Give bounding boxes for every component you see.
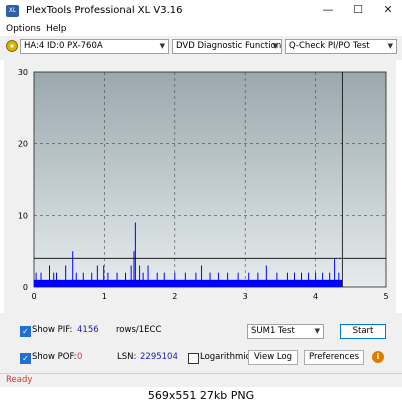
status-text: Ready	[6, 375, 33, 385]
app-icon: XL	[6, 5, 19, 17]
logarithmic-checkbox[interactable]	[188, 353, 199, 364]
menu-help[interactable]: Help	[46, 24, 67, 34]
x-tick-label: 1	[102, 292, 107, 301]
test-select-value: Q-Check PI/PO Test	[289, 41, 370, 51]
pif-value: 4156	[77, 325, 99, 335]
info-icon[interactable]: i	[372, 351, 384, 363]
y-tick-label: 30	[18, 68, 28, 77]
function-select-value: DVD Diagnostic Functions	[176, 41, 282, 51]
menu-options[interactable]: Options	[6, 24, 41, 34]
status-bar	[0, 373, 402, 388]
show-pof-checkbox[interactable]: ✓	[20, 353, 31, 364]
show-pif-checkbox[interactable]: ✓	[20, 326, 31, 337]
pif-unit: rows/1ECC	[116, 325, 162, 335]
x-tick-label: 2	[172, 292, 177, 301]
minimize-button[interactable]: —	[318, 1, 338, 19]
plot-area	[33, 71, 387, 288]
drive-icon	[6, 40, 18, 52]
pof-value: 0	[77, 352, 83, 362]
x-tick-label: 4	[313, 292, 318, 301]
pi-po-chart: 0 1 2 3 4 5 0 10 20 30	[18, 68, 389, 301]
drive-select-value: HA:4 ID:0 PX-760A	[24, 41, 103, 51]
show-pif-label: Show PIF:	[32, 325, 73, 335]
y-tick-label: 10	[18, 211, 28, 220]
show-pof-label: Show POF:	[32, 352, 77, 362]
pi-baseline-band	[34, 279, 343, 287]
start-button[interactable]: Start	[340, 324, 386, 339]
chevron-down-icon: ▼	[159, 42, 165, 50]
window-title: PlexTools Professional XL V3.16	[26, 5, 183, 16]
chevron-down-icon: ▼	[272, 42, 278, 50]
y-tick-label: 0	[23, 283, 28, 292]
x-tick-label: 3	[243, 292, 248, 301]
lsn-label: LSN:	[117, 352, 137, 362]
sum-test-value: SUM1 Test	[251, 326, 295, 336]
x-tick-label: 5	[383, 292, 388, 301]
preferences-button[interactable]: Preferences	[304, 350, 364, 365]
chevron-down-icon: ▼	[387, 42, 393, 50]
image-caption: 569x551 27kb PNG	[0, 387, 402, 404]
y-tick-label: 20	[18, 140, 28, 149]
logarithmic-label: Logarithmic	[200, 352, 251, 362]
close-button[interactable]: ✕	[378, 1, 398, 19]
sum-test-select[interactable]: SUM1 Test ▼	[247, 324, 324, 339]
test-select[interactable]: Q-Check PI/PO Test ▼	[285, 39, 397, 54]
chevron-down-icon: ▼	[314, 327, 320, 335]
drive-select[interactable]: HA:4 ID:0 PX-760A ▼	[20, 39, 169, 54]
lsn-value: 2295104	[140, 352, 178, 362]
maximize-button[interactable]: ☐	[348, 1, 368, 19]
x-tick-label: 0	[31, 292, 36, 301]
view-log-button[interactable]: View Log	[248, 350, 298, 365]
function-select[interactable]: DVD Diagnostic Functions ▼	[172, 39, 282, 54]
